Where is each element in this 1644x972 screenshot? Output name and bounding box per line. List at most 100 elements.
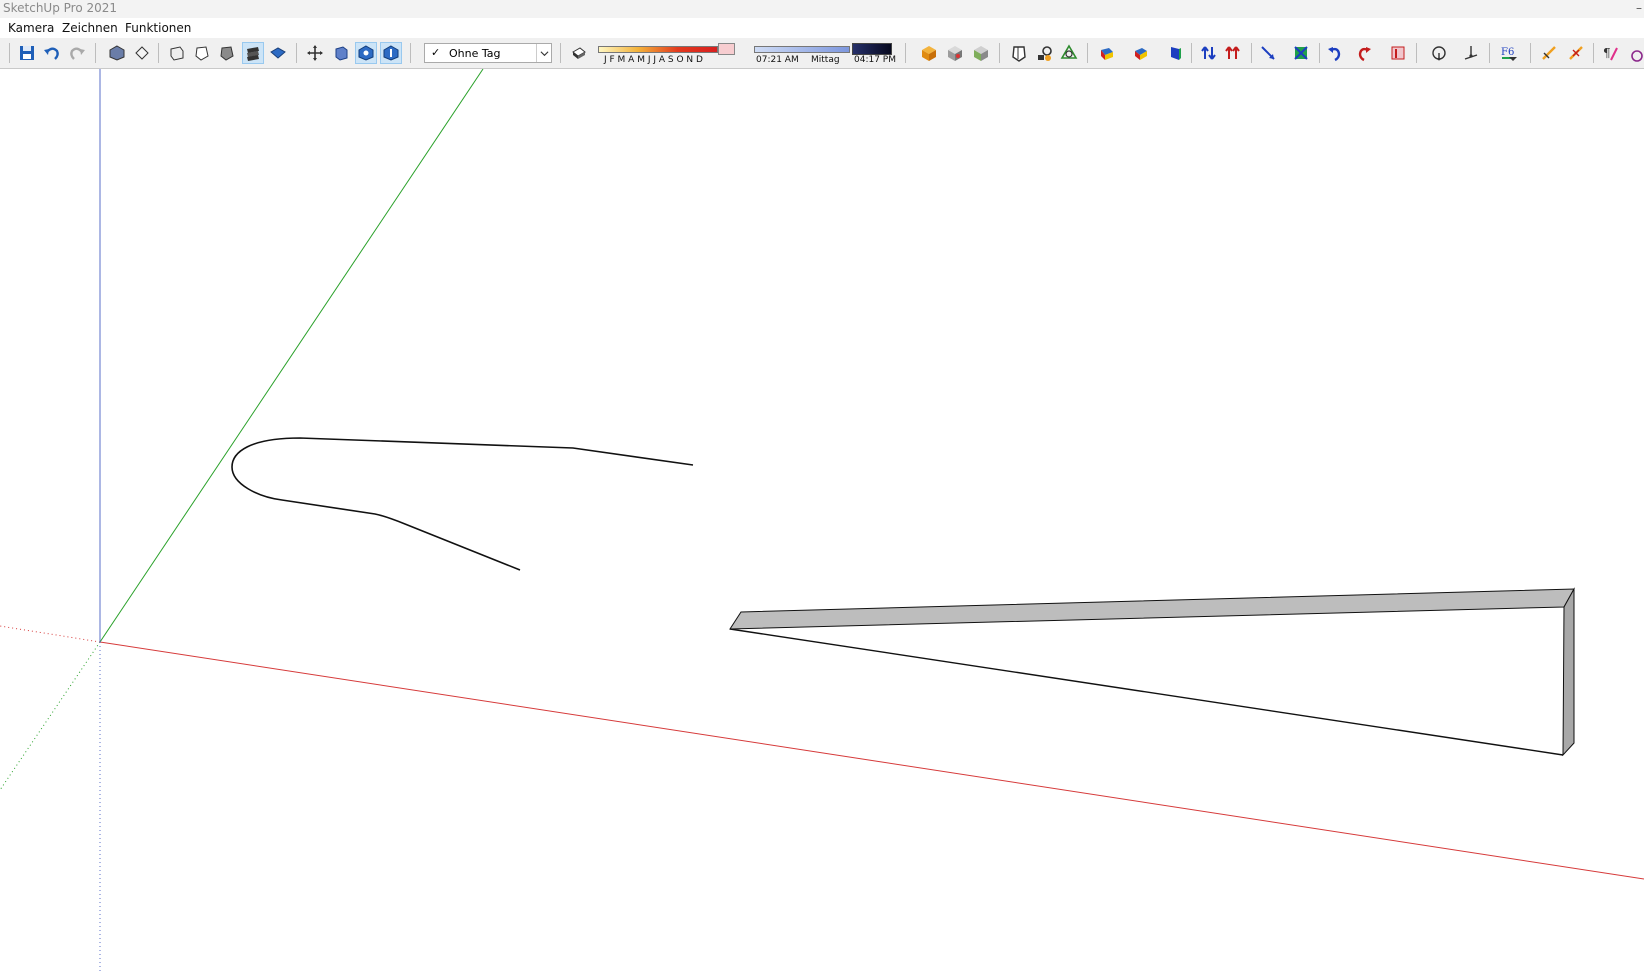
time-mid: Mittag xyxy=(811,55,840,65)
zoom-button[interactable] xyxy=(355,42,377,64)
tag-check-icon: ✓ xyxy=(431,46,441,59)
axes-icon xyxy=(1542,46,1556,60)
scale-button[interactable] xyxy=(1222,42,1244,64)
bottom-view-icon xyxy=(270,47,286,59)
curved-path[interactable] xyxy=(231,437,694,571)
redo-arrow-icon xyxy=(1358,47,1371,62)
month-slider[interactable]: J F M A M J J A S O N D xyxy=(598,43,736,65)
protractor-icon xyxy=(1464,46,1478,60)
component-button[interactable] xyxy=(970,42,992,64)
redo-arrow-button[interactable] xyxy=(1353,42,1375,64)
rotate-button[interactable] xyxy=(1198,42,1220,64)
menu-bar: Kamera Zeichnen Funktionen xyxy=(0,18,1644,38)
warehouse-icon xyxy=(922,46,936,61)
extension-warehouse-button[interactable] xyxy=(944,42,966,64)
month-track xyxy=(598,46,718,53)
move-icon xyxy=(1171,47,1181,60)
undo-button[interactable] xyxy=(41,42,63,64)
iso-view-button[interactable] xyxy=(106,42,128,64)
redo-button[interactable] xyxy=(66,42,88,64)
time-start: 07:21 AM xyxy=(756,55,799,65)
zoom-extents-button[interactable] xyxy=(380,42,402,64)
scale-icon xyxy=(1225,46,1240,59)
flip-icon xyxy=(1261,46,1275,60)
window-title: SketchUp Pro 2021 xyxy=(3,1,118,15)
paint-icon: ¶ xyxy=(1603,46,1618,61)
undo-arrow-icon xyxy=(1328,47,1341,62)
paint-button[interactable]: ¶ xyxy=(1600,42,1622,64)
toolbar-separator xyxy=(95,43,96,63)
pan-button[interactable] xyxy=(330,42,352,64)
component-icon xyxy=(974,46,988,61)
toolbar-separator xyxy=(1530,43,1531,63)
menu-kamera[interactable]: Kamera xyxy=(8,21,54,35)
chevron-down-icon[interactable] xyxy=(536,44,551,62)
toolbar-grip[interactable] xyxy=(9,43,10,63)
component-tools-button[interactable] xyxy=(1387,42,1409,64)
fredo-button[interactable]: F6 xyxy=(1498,42,1520,64)
bottom-view-button[interactable] xyxy=(267,42,289,64)
model-viewport[interactable] xyxy=(0,69,1644,972)
right-view-button[interactable] xyxy=(191,42,213,64)
left-view-button[interactable] xyxy=(242,42,264,64)
toolbar-separator xyxy=(560,43,561,63)
zoom-icon xyxy=(358,45,374,61)
solid-tools-icon xyxy=(1012,46,1026,62)
minimize-button[interactable]: – xyxy=(1636,0,1642,16)
wedge-end-face xyxy=(1562,587,1575,757)
undo-icon xyxy=(44,47,59,60)
save-button[interactable] xyxy=(16,42,38,64)
front-view-button[interactable] xyxy=(166,42,188,64)
move-button[interactable] xyxy=(1164,42,1186,64)
follow-me-icon xyxy=(1101,48,1113,60)
toolbar-separator xyxy=(1416,43,1417,63)
time-slider[interactable]: 07:21 AM Mittag 04:17 PM xyxy=(754,43,896,65)
axes-button[interactable] xyxy=(1538,42,1560,64)
follow-me-button[interactable] xyxy=(1096,42,1118,64)
shadow-toggle-icon xyxy=(572,47,586,59)
protractor-button[interactable] xyxy=(1460,42,1482,64)
offset-button[interactable] xyxy=(1130,42,1152,64)
eraser-icon xyxy=(1294,46,1308,60)
back-view-icon xyxy=(220,46,234,61)
pan-icon xyxy=(335,46,348,61)
toolbar-separator xyxy=(1087,43,1088,63)
orbit-icon xyxy=(307,45,323,61)
extra-tool-button[interactable] xyxy=(1626,42,1644,64)
toolbar-separator xyxy=(1251,43,1252,63)
section-button[interactable] xyxy=(1565,42,1587,64)
svg-text:¶: ¶ xyxy=(1603,46,1611,60)
tape-measure-button[interactable] xyxy=(1428,42,1450,64)
right-view-icon xyxy=(195,46,209,61)
undo-arrow-button[interactable] xyxy=(1324,42,1346,64)
eraser-button[interactable] xyxy=(1290,42,1312,64)
title-bar: SketchUp Pro 2021 – xyxy=(0,0,1644,18)
iso-view-icon xyxy=(109,45,125,61)
time-thumb[interactable] xyxy=(852,43,892,55)
tag-dropdown[interactable]: ✓ Ohne Tag xyxy=(424,43,552,63)
save-icon xyxy=(20,46,34,60)
top-view-button[interactable] xyxy=(131,42,153,64)
solid-tools-button[interactable] xyxy=(1008,42,1030,64)
wedge-solid[interactable] xyxy=(729,587,1575,757)
toolbar-separator xyxy=(296,43,297,63)
warehouse-button[interactable] xyxy=(918,42,940,64)
sandbox-icon xyxy=(1038,46,1052,61)
back-view-button[interactable] xyxy=(216,42,238,64)
redo-icon xyxy=(70,47,85,60)
push-pull-button[interactable] xyxy=(1058,42,1080,64)
toolbar-separator xyxy=(410,43,411,63)
orbit-button[interactable] xyxy=(304,42,326,64)
month-labels: J F M A M J J A S O N D xyxy=(604,55,703,65)
flip-button[interactable] xyxy=(1257,42,1279,64)
menu-funktionen[interactable]: Funktionen xyxy=(125,21,191,35)
sandbox-button[interactable] xyxy=(1033,42,1055,64)
shadow-toggle-button[interactable] xyxy=(568,42,590,64)
toolbar-separator xyxy=(158,43,159,63)
toolbar-separator xyxy=(1593,43,1594,63)
month-thumb[interactable] xyxy=(718,43,735,55)
left-view-icon xyxy=(247,47,259,61)
tape-measure-icon xyxy=(1432,46,1446,61)
menu-zeichnen[interactable]: Zeichnen xyxy=(62,21,118,35)
time-track xyxy=(754,46,850,53)
